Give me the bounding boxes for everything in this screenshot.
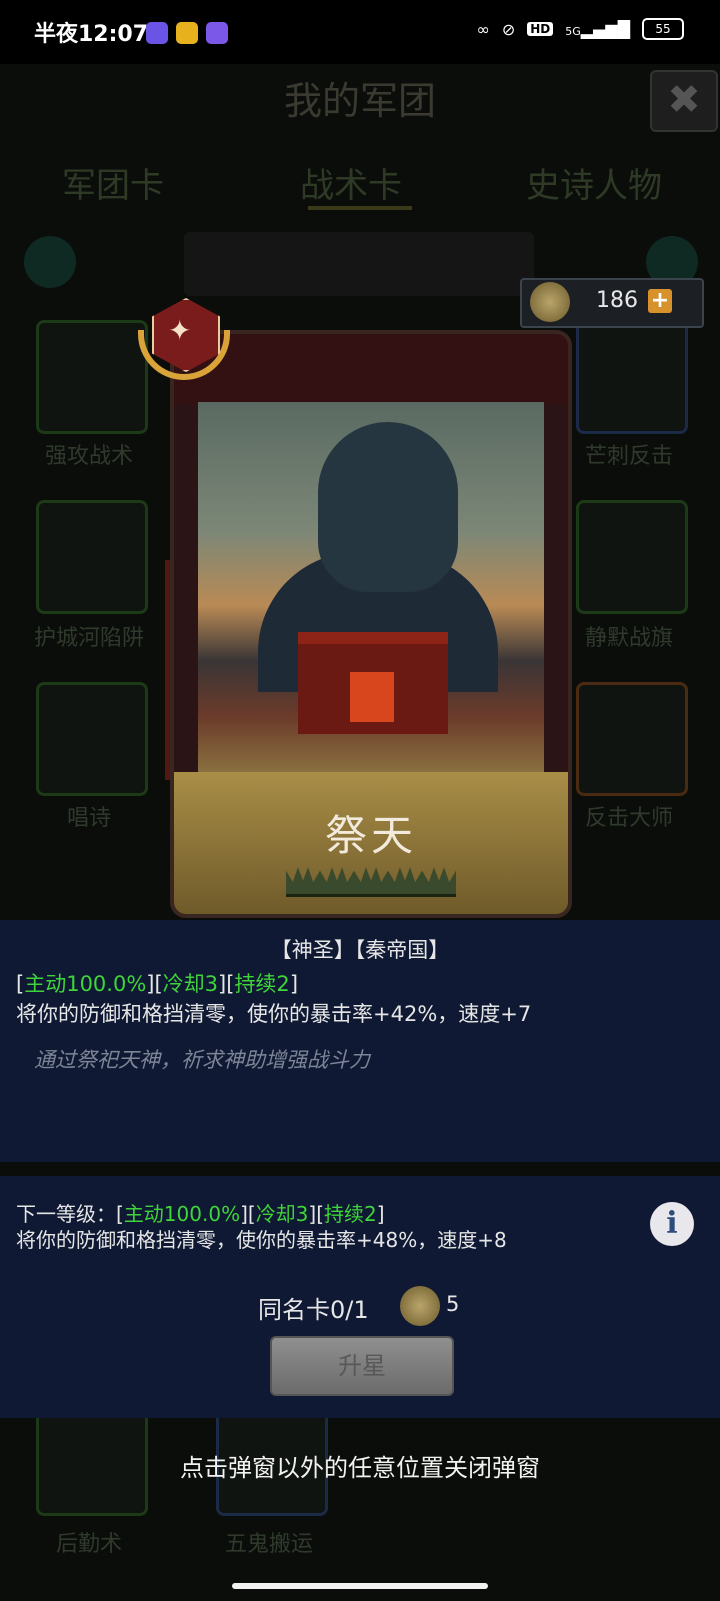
warrior-head: [318, 422, 458, 592]
card-label: 五鬼搬运: [224, 1532, 313, 1557]
tab-indicator: [308, 206, 412, 210]
crown-icon: [388, 867, 422, 897]
stat-cooldown: 冷却3: [162, 972, 219, 996]
card-stats: [主动100.0%][冷却3][持续2]: [16, 972, 299, 996]
rank-badge: ✦: [138, 298, 230, 380]
tab-legion-cards[interactable]: 军团卡: [62, 158, 164, 207]
crown-icon: [422, 867, 456, 897]
card-label: 静默战旗: [584, 626, 673, 651]
card-label: 护城河陷阱: [33, 626, 144, 651]
crown-icon: [354, 867, 388, 897]
card-flavor-text: 通过祭祀天神，祈求神助增强战斗力: [34, 1048, 370, 1072]
card-header: [174, 334, 568, 404]
stat-duration: 持续2: [324, 1202, 377, 1226]
stat-duration: 持续2: [234, 972, 290, 996]
tab-epic-heroes[interactable]: 史诗人物: [526, 158, 662, 207]
car-notification-icon: [176, 22, 198, 44]
upgrade-cost: 5: [446, 1292, 460, 1316]
list-view-button[interactable]: [24, 236, 76, 288]
card-thumbnail[interactable]: [576, 682, 688, 796]
status-bar: 半夜12:07 ∞ ⊘ HD 5G▂▄▆█ 55: [0, 0, 720, 64]
stat-active: 主动100.0%: [123, 1202, 241, 1226]
close-hint: 点击弹窗以外的任意位置关闭弹窗: [180, 1454, 540, 1482]
status-indicators: ∞ ⊘ HD 5G▂▄▆█ 55: [476, 18, 684, 40]
upgrade-star-button[interactable]: 升星: [270, 1336, 454, 1396]
tactic-card: 祭天: [170, 330, 572, 918]
hd-icon: HD: [527, 22, 554, 36]
card-label: 反击大师: [584, 806, 673, 831]
battery-icon: 55: [642, 18, 684, 40]
compass-star-icon: ✦: [168, 314, 192, 347]
card-thumbnail[interactable]: [36, 682, 148, 796]
mute-icon: ⊘: [501, 19, 516, 39]
tab-tactic-cards[interactable]: 战术卡: [300, 158, 402, 207]
currency-value: 186: [596, 288, 638, 313]
temple-door: [350, 672, 394, 722]
link-icon: ∞: [476, 19, 490, 39]
duplicate-card-count: 同名卡0/1: [258, 1296, 369, 1324]
currency-display: 186 +: [520, 278, 704, 328]
page-title: 我的军团: [283, 79, 436, 123]
signal-icon: 5G▂▄▆█: [565, 19, 630, 39]
card-thumbnail[interactable]: [36, 500, 148, 614]
next-level-label: 下一等级：: [16, 1202, 116, 1226]
card-thumbnail[interactable]: [576, 320, 688, 434]
card-thumbnail[interactable]: [576, 500, 688, 614]
star-rating: [286, 864, 456, 898]
add-currency-button[interactable]: +: [648, 289, 672, 313]
stat-active: 主动100.0%: [24, 972, 147, 996]
card-thumbnail[interactable]: [36, 320, 148, 434]
card-description: 将你的防御和格挡清零，使你的暴击率+42%，速度+7: [16, 1002, 532, 1026]
card-name: 祭天: [324, 811, 417, 860]
card-label: 唱诗: [66, 806, 111, 831]
info-icon[interactable]: i: [650, 1202, 694, 1246]
status-time: 半夜12:07: [34, 22, 149, 47]
next-level-description: 将你的防御和格挡清零，使你的暴击率+48%，速度+8: [16, 1228, 507, 1252]
card-artwork: [198, 402, 544, 772]
home-indicator[interactable]: [232, 1583, 488, 1589]
emblem-icon: [530, 282, 570, 322]
card-label: 后勤术: [55, 1532, 122, 1557]
card-tags: 【神圣】【秦帝国】: [270, 938, 450, 962]
card-label: 芒刺反击: [584, 444, 673, 469]
crown-icon: [286, 867, 320, 897]
stat-cooldown: 冷却3: [255, 1202, 309, 1226]
close-button[interactable]: ✖: [650, 70, 718, 132]
search-input[interactable]: [184, 232, 534, 296]
bell-notification-icon: [206, 22, 228, 44]
card-label: 强攻战术: [44, 444, 133, 469]
app-notification-icon: [146, 22, 168, 44]
crown-icon: [320, 867, 354, 897]
next-level-stats: 下一等级：[主动100.0%][冷却3][持续2]: [16, 1202, 385, 1226]
emblem-icon: [400, 1286, 440, 1326]
